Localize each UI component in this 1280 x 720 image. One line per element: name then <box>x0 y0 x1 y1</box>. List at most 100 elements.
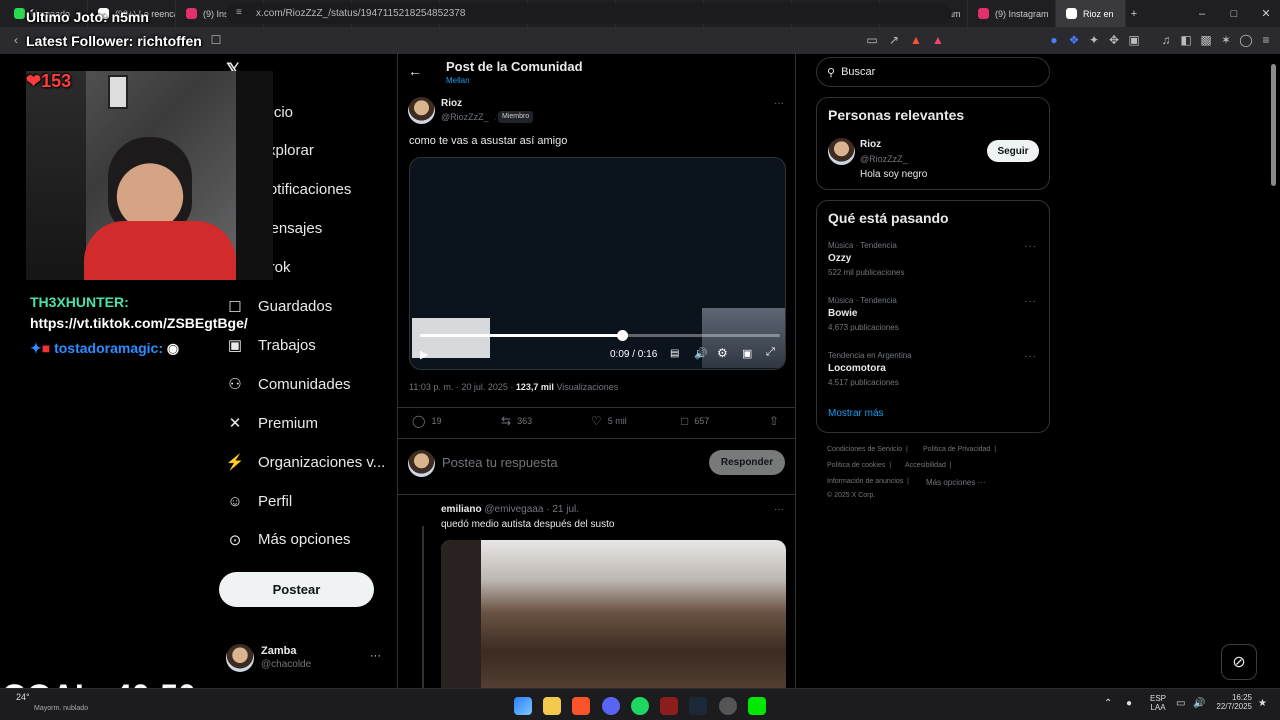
screenshot-icon[interactable]: ▣ <box>1126 32 1142 48</box>
site-info-icon[interactable]: ≡ <box>236 7 242 18</box>
reply-author-handle[interactable]: @emivegaaa · 21 jul. <box>484 504 579 515</box>
address-bar[interactable]: ≡ x.com/RiozZzZ_/status/1947115218254852… <box>226 3 952 24</box>
play-icon[interactable]: ▶ <box>420 348 428 361</box>
share-action[interactable]: ⇧ <box>769 414 779 428</box>
account-more-icon[interactable]: ··· <box>370 650 381 662</box>
footer-more[interactable]: Más opciones ··· <box>926 478 986 487</box>
picture-in-picture-icon[interactable]: ▣ <box>742 347 752 360</box>
minimize-button[interactable]: – <box>1186 0 1218 27</box>
video-scrubber-handle[interactable] <box>616 330 628 341</box>
page-scrollbar[interactable] <box>1270 58 1276 684</box>
grok-button[interactable]: ⊘ <box>1221 644 1257 680</box>
trend-more-icon[interactable]: ··· <box>1024 241 1037 252</box>
spotify-icon[interactable] <box>631 697 649 715</box>
post-timestamp[interactable]: 11:03 p. m. · 20 jul. 2025 · <box>409 382 516 392</box>
kick-icon[interactable] <box>748 697 766 715</box>
clock[interactable]: 16:25 22/7/2025 <box>1212 693 1252 711</box>
obs-icon[interactable] <box>719 697 737 715</box>
relevant-name[interactable]: Rioz <box>860 139 881 150</box>
game-icon[interactable] <box>660 697 678 715</box>
back-arrow-icon[interactable]: ← <box>408 63 422 79</box>
repost-action[interactable]: ⇆ 363 <box>501 414 532 428</box>
notification-icon[interactable]: ★ <box>1258 698 1267 709</box>
maximize-button[interactable]: □ <box>1218 0 1250 27</box>
search-input[interactable]: ⚲ Buscar <box>816 57 1050 87</box>
brave-shield-icon[interactable]: ▲ <box>908 32 924 48</box>
trend-more-icon[interactable]: ··· <box>1024 296 1037 307</box>
video-progress-track[interactable] <box>420 330 780 341</box>
scrollbar-thumb[interactable] <box>1271 64 1276 186</box>
media-icon[interactable]: ♫ <box>1158 32 1174 48</box>
tray-chevron-icon[interactable]: ⌃ <box>1104 698 1112 709</box>
footer-ads[interactable]: Información de anuncios | <box>827 478 909 485</box>
nav-item-label: Perfil <box>258 492 293 510</box>
volume-tray-icon[interactable]: 🔊 <box>1193 698 1205 709</box>
wallet-icon[interactable]: ❖ <box>1066 32 1082 48</box>
nav-item-jobs[interactable]: ▣ Trabajos <box>226 330 316 360</box>
footer-accessibility[interactable]: Accesibilidad | <box>905 462 952 469</box>
bookmark-action[interactable]: □ 657 <box>681 414 709 428</box>
cast-icon[interactable]: ▭ <box>864 32 880 48</box>
captions-icon[interactable]: ▤ <box>670 348 679 359</box>
vpn-icon[interactable]: ● <box>1046 32 1062 48</box>
leo-ai-icon[interactable]: ✶ <box>1218 32 1234 48</box>
footer-terms[interactable]: Condiciones de Servicio | <box>827 446 908 453</box>
reply-action[interactable]: ◯ 19 <box>412 414 441 428</box>
community-name[interactable]: Mellan <box>446 76 470 85</box>
relevant-avatar[interactable] <box>828 138 855 165</box>
footer-privacy[interactable]: Política de Privacidad | <box>923 446 996 453</box>
extensions-icon[interactable]: ✦ <box>1086 32 1102 48</box>
close-window-button[interactable]: ✕ <box>1250 0 1280 27</box>
reply-button[interactable]: Responder <box>709 450 785 475</box>
nav-item-premium[interactable]: ✕ Premium <box>226 408 318 438</box>
relevant-handle[interactable]: @RiozZzZ_ <box>860 154 908 164</box>
trend-item[interactable]: Tendencia en Argentina Locomotora 4.517 pu… <box>828 351 1049 387</box>
author-handle[interactable]: @RiozZzZ_ <box>441 112 489 122</box>
menu-icon[interactable]: ≡ <box>1258 32 1274 48</box>
brave-rewards-icon[interactable]: ▲ <box>930 32 946 48</box>
follow-button[interactable]: Seguir <box>987 140 1039 162</box>
author-name[interactable]: Rioz <box>441 98 462 109</box>
footer-cookies[interactable]: Política de cookies | <box>827 462 891 469</box>
volume-icon[interactable]: 🔊 <box>694 347 708 360</box>
browser-tab[interactable]: (9) Instagram <box>968 0 1056 27</box>
new-tab-button[interactable]: + <box>1118 0 1150 27</box>
video-player[interactable]: ▶ 0:09 / 0:16 ▤ 🔊 ⚙ ▣ ⤢ <box>409 157 786 370</box>
brave-taskbar-icon[interactable] <box>572 697 590 715</box>
file-explorer-icon[interactable] <box>543 697 561 715</box>
show-more-link[interactable]: Mostrar más <box>828 408 884 419</box>
start-icon[interactable] <box>514 697 532 715</box>
share-icon[interactable]: ↗ <box>886 32 902 48</box>
nav-item-communities[interactable]: ⚇ Comunidades <box>226 369 350 399</box>
language-indicator[interactable]: ESP LAA <box>1150 694 1166 712</box>
back-icon[interactable]: ‹ <box>8 32 24 48</box>
reply-media-image[interactable] <box>441 540 786 688</box>
weather-widget[interactable]: 24° <box>16 692 30 702</box>
account-avatar[interactable] <box>226 644 254 672</box>
nav-item-orgs[interactable]: ⚡ Organizaciones v... <box>226 447 386 477</box>
steam-icon[interactable] <box>689 697 707 715</box>
nav-item-profile[interactable]: ☺ Perfil <box>226 486 292 516</box>
reply-input[interactable]: Postea tu respuesta <box>442 455 558 470</box>
nav-item-more[interactable]: ⊙ Más opciones <box>226 525 351 555</box>
like-action[interactable]: ♡ 5 mil <box>591 414 627 428</box>
trend-item[interactable]: Música · Tendencia Bowie 4.673 publicacion… <box>828 296 1049 332</box>
browser-tab[interactable]: Rioz en <box>1056 0 1126 27</box>
trend-more-icon[interactable]: ··· <box>1024 351 1037 362</box>
sidebar-icon[interactable]: ◧ <box>1178 32 1194 48</box>
reply-author-name[interactable]: emiliano <box>441 504 482 515</box>
bookmark-page-icon[interactable]: ☐ <box>208 32 224 48</box>
settings-icon[interactable]: ⚙ <box>717 346 728 360</box>
network-icon[interactable]: ▭ <box>1176 698 1185 709</box>
wallet-page-icon[interactable]: ▩ <box>1198 32 1214 48</box>
puzzle-icon[interactable]: ✥ <box>1106 32 1122 48</box>
post-button[interactable]: Postear <box>219 572 374 607</box>
reply-more-icon[interactable]: ··· <box>774 504 784 515</box>
post-more-icon[interactable]: ··· <box>774 98 784 109</box>
shield-icon[interactable]: ◯ <box>1238 32 1254 48</box>
trend-item[interactable]: Música · Tendencia Ozzy 522 mil publicacio… <box>828 241 1049 277</box>
author-avatar[interactable] <box>408 97 435 124</box>
mic-icon[interactable]: ● <box>1126 698 1132 709</box>
fullscreen-icon[interactable]: ⤢ <box>766 346 775 359</box>
discord-icon[interactable] <box>602 697 620 715</box>
